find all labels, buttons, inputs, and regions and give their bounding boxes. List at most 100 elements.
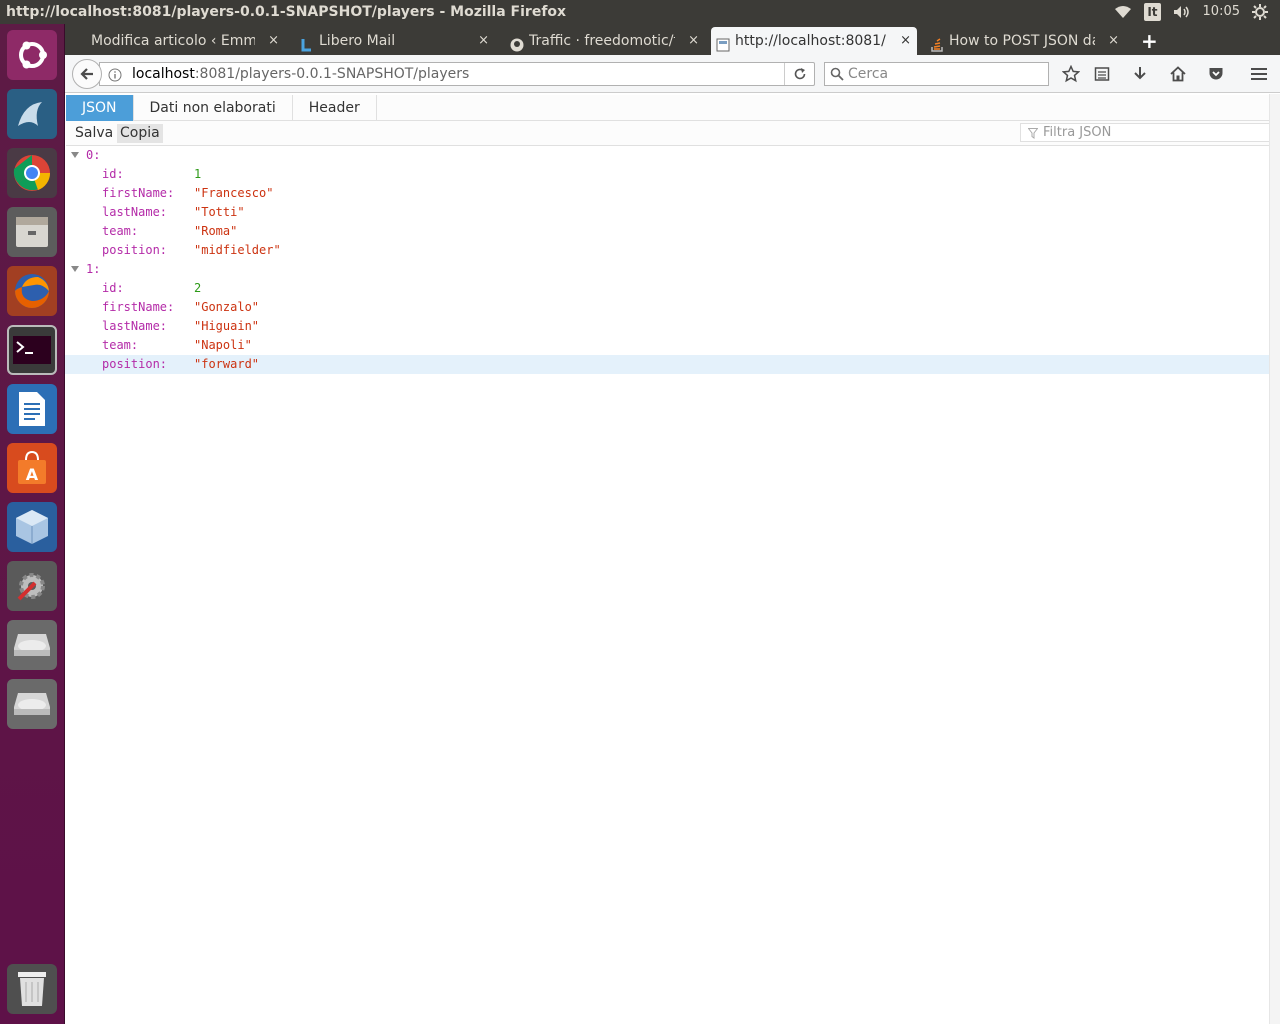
json-key: id: [102,167,124,181]
tree-object-row[interactable]: 0: [65,146,1269,165]
libero-icon [300,34,314,52]
tab-github-traffic[interactable]: Traffic · freedomotic/f × [505,27,705,55]
mysql-workbench-icon[interactable] [7,89,57,139]
wifi-icon[interactable] [1114,5,1132,19]
json-key: id: [102,281,124,295]
json-tree: 0: id: 1 firstName: "Francesco" lastName… [65,146,1269,374]
terminal-icon[interactable] [7,325,57,375]
session-gear-icon[interactable] [1252,4,1268,20]
json-value: 2 [194,281,202,295]
top-panel: http://localhost:8081/players-0.0.1-SNAP… [0,0,1280,24]
back-arrow-icon [80,68,93,80]
system-settings-icon[interactable] [7,561,57,611]
files-icon[interactable] [7,207,57,257]
libreoffice-writer-icon[interactable] [7,384,57,434]
tab-json[interactable]: JSON [66,95,134,121]
pocket-icon[interactable] [1206,64,1226,84]
reading-list-icon[interactable] [1092,64,1112,84]
json-key: position: [102,243,168,257]
json-key: team: [102,338,139,352]
tab-raw-data[interactable]: Dati non elaborati [134,95,293,121]
close-tab-icon[interactable]: × [1108,27,1119,55]
save-button[interactable]: Salva [72,124,116,143]
chrome-icon[interactable] [7,148,57,198]
url-bar[interactable]: localhost:8081/players-0.0.1-SNAPSHOT/pl… [99,62,815,86]
url-host: localhost [132,66,195,82]
tree-row[interactable]: team: "Roma" [65,222,1269,241]
close-tab-icon[interactable]: × [268,27,279,55]
tree-object-row[interactable]: 1: [65,260,1269,279]
close-tab-icon[interactable]: × [478,27,489,55]
json-viewer: JSON Dati non elaborati Header Salva Cop… [65,94,1280,1024]
filter-funnel-icon [1027,127,1039,144]
clock[interactable]: 10:05 [1203,0,1240,24]
tree-row[interactable]: team: "Napoli" [65,336,1269,355]
hamburger-menu-icon[interactable] [1249,64,1269,84]
ubuntu-dash-icon[interactable] [7,30,57,80]
expand-toggle-icon[interactable] [71,152,79,158]
close-tab-icon[interactable]: × [688,27,699,55]
filter-placeholder: Filtra JSON [1043,125,1112,140]
new-tab-button[interactable]: + [1135,27,1163,55]
viewer-toolbar: Salva Copia Filtra JSON [66,121,1275,146]
virtualbox-icon[interactable] [7,502,57,552]
json-value: "Higuain" [194,319,260,333]
drive-icon[interactable] [7,679,57,729]
tab-wordpress[interactable]: Modifica articolo ‹ EmmeC × [67,27,285,55]
object-index: 0: [86,148,101,162]
tab-localhost-players[interactable]: http://localhost:8081/ × [711,27,917,55]
navigation-toolbar: localhost:8081/players-0.0.1-SNAPSHOT/pl… [65,55,1280,93]
json-value: 1 [194,167,202,181]
json-value: "midfielder" [194,243,281,257]
tree-row[interactable]: firstName: "Francesco" [65,184,1269,203]
tree-row[interactable]: lastName: "Higuain" [65,317,1269,336]
tab-libero-mail[interactable]: Libero Mail × [295,27,495,55]
search-icon [830,66,844,88]
tree-row-selected[interactable]: position: "forward" [65,355,1269,374]
home-icon[interactable] [1168,64,1188,84]
filter-json-input[interactable]: Filtra JSON [1020,123,1275,142]
firefox-icon[interactable] [7,266,57,316]
tab-strip: Modifica articolo ‹ EmmeC × Libero Mail … [65,24,1280,55]
keyboard-layout-indicator[interactable]: It [1144,3,1161,21]
software-center-icon[interactable]: A [7,443,57,493]
tab-label: Traffic · freedomotic/f [529,33,675,49]
unity-launcher: A [0,24,65,1024]
json-value: "Francesco" [194,186,274,200]
reload-icon[interactable] [784,63,814,85]
volume-icon[interactable] [1173,5,1191,19]
tab-label: How to POST JSON da [949,33,1095,49]
json-value: "Napoli" [194,338,252,352]
tree-row[interactable]: id: 2 [65,279,1269,298]
tree-row[interactable]: id: 1 [65,165,1269,184]
trash-icon[interactable] [7,964,57,1014]
tab-label: http://localhost:8081/ [735,33,886,49]
json-value: "Roma" [194,224,238,238]
search-placeholder: Cerca [848,66,889,82]
json-value: "Gonzalo" [194,300,260,314]
back-button[interactable] [72,59,102,89]
tree-row[interactable]: firstName: "Gonzalo" [65,298,1269,317]
tab-headers[interactable]: Header [293,95,377,121]
url-path: :8081/players-0.0.1-SNAPSHOT/players [194,66,470,82]
bookmark-star-icon[interactable] [1061,64,1081,84]
json-key: lastName: [102,205,168,219]
json-key: team: [102,224,139,238]
object-index: 1: [86,262,101,276]
vertical-scrollbar[interactable] [1269,94,1280,1024]
tree-row[interactable]: lastName: "Totti" [65,203,1269,222]
tab-stackoverflow[interactable]: How to POST JSON da × [925,27,1125,55]
download-icon[interactable] [1130,64,1150,84]
tab-label: Modifica articolo ‹ EmmeC [91,33,255,49]
json-value: "Totti" [194,205,245,219]
tree-row[interactable]: position: "midfielder" [65,241,1269,260]
site-info-icon[interactable] [108,67,122,89]
svg-text:A: A [26,465,39,484]
drive-icon[interactable] [7,620,57,670]
tab-label: Libero Mail [319,33,396,49]
json-value: "forward" [194,357,260,371]
close-tab-icon[interactable]: × [900,27,911,55]
expand-toggle-icon[interactable] [71,266,79,272]
search-input[interactable]: Cerca [824,62,1049,86]
copy-button[interactable]: Copia [117,124,163,143]
